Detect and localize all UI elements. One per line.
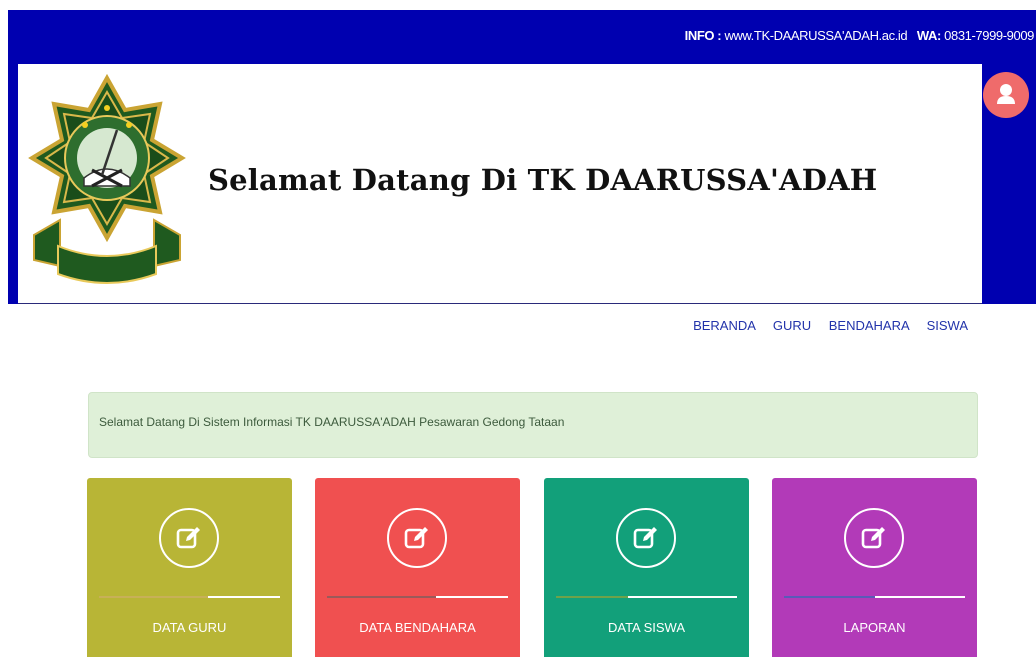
card-icon-circle bbox=[844, 508, 904, 568]
edit-icon bbox=[176, 527, 200, 549]
info-label: INFO : bbox=[684, 28, 722, 43]
card-divider bbox=[99, 596, 280, 598]
card-data-guru[interactable]: DATA GURU bbox=[87, 478, 292, 657]
nav-item-siswa[interactable]: SISWA bbox=[927, 318, 968, 333]
nav-item-guru[interactable]: GURU bbox=[773, 318, 811, 333]
header-left-strip bbox=[8, 64, 18, 304]
user-avatar-button[interactable] bbox=[983, 72, 1029, 118]
wa-label: WA: bbox=[916, 28, 941, 43]
card-icon-circle bbox=[616, 508, 676, 568]
card-divider bbox=[784, 596, 965, 598]
welcome-alert-text: Selamat Datang Di Sistem Informasi TK DA… bbox=[99, 415, 565, 429]
nav-item-bendahara[interactable]: BENDAHARA bbox=[829, 318, 909, 333]
card-label: DATA GURU bbox=[152, 620, 227, 635]
card-label: DATA SISWA bbox=[607, 620, 686, 635]
card-icon-circle bbox=[387, 508, 447, 568]
card-label: LAPORAN bbox=[843, 620, 906, 635]
page-title: Selamat Datang Di TK DAARUSSA'ADAH bbox=[208, 163, 878, 197]
edit-icon bbox=[633, 527, 657, 549]
main-nav: BERANDA GURU BENDAHARA SISWA bbox=[679, 316, 968, 336]
edit-icon bbox=[404, 527, 428, 549]
contact-info: INFO : www.TK-DAARUSSA'ADAH.ac.id WA: 08… bbox=[684, 25, 1035, 47]
card-laporan[interactable]: LAPORAN bbox=[772, 478, 977, 657]
info-website[interactable]: www.TK-DAARUSSA'ADAH.ac.id bbox=[724, 28, 907, 43]
card-divider bbox=[556, 596, 737, 598]
card-divider bbox=[327, 596, 508, 598]
edit-icon bbox=[861, 527, 885, 549]
school-logo bbox=[22, 70, 192, 290]
card-icon-circle bbox=[159, 508, 219, 568]
user-icon bbox=[997, 84, 1015, 104]
top-bar: INFO : www.TK-DAARUSSA'ADAH.ac.id WA: 08… bbox=[8, 10, 1036, 64]
card-data-siswa[interactable]: DATA SISWA bbox=[544, 478, 749, 657]
welcome-alert: Selamat Datang Di Sistem Informasi TK DA… bbox=[88, 392, 978, 458]
nav-item-beranda[interactable]: BERANDA bbox=[693, 318, 755, 333]
wa-number: 0831-7999-9009 bbox=[944, 28, 1034, 43]
card-data-bendahara[interactable]: DATA BENDAHARA bbox=[315, 478, 520, 657]
card-label: DATA BENDAHARA bbox=[359, 620, 476, 635]
